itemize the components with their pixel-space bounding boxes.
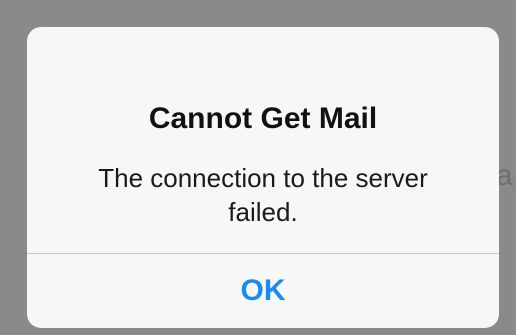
screen: { "background": { "partial_text": "a" },…: [0, 0, 516, 335]
alert-dialog: Cannot Get Mail The connection to the se…: [27, 27, 499, 328]
alert-message: The connection to the server failed.: [98, 163, 428, 227]
alert-title: Cannot Get Mail: [148, 102, 378, 135]
ok-button[interactable]: OK: [27, 254, 499, 328]
